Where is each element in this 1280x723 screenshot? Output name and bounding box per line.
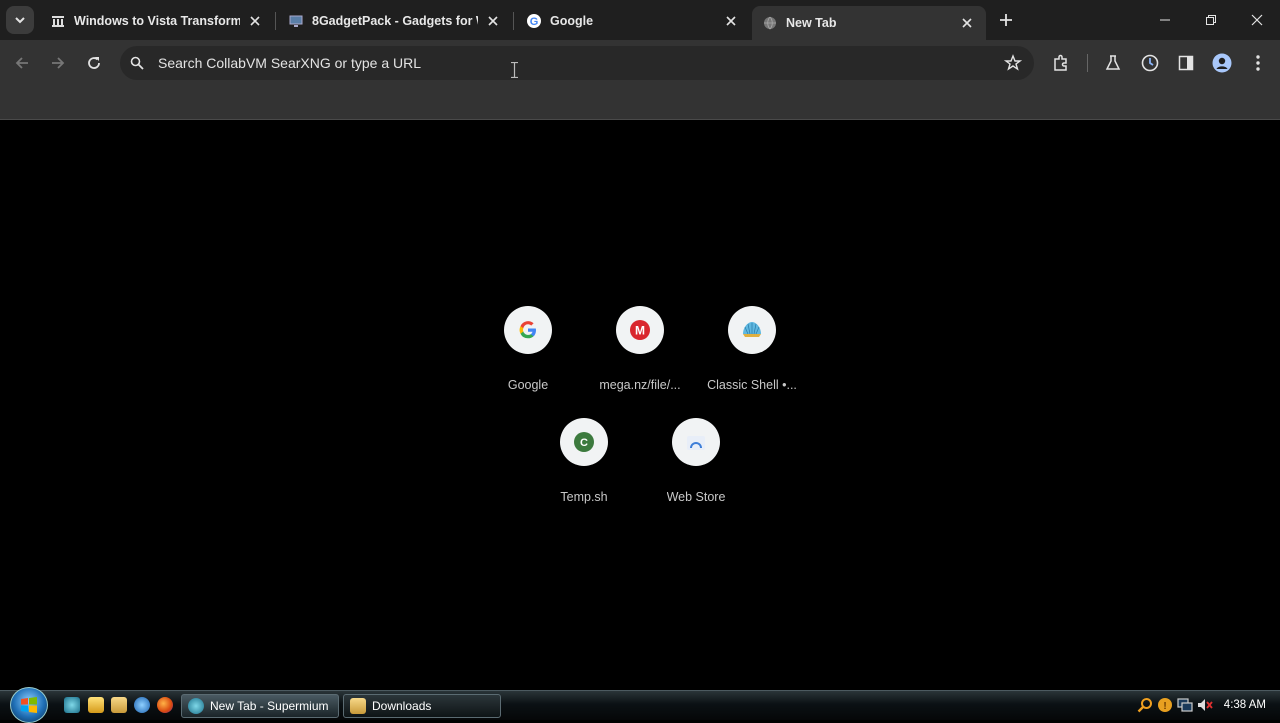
shortcut-label: Temp.sh [560, 490, 608, 504]
reload-icon [88, 57, 100, 69]
close-icon[interactable] [484, 12, 502, 30]
shortcut-temp-sh[interactable]: C Temp.sh [528, 418, 640, 528]
arrow-left-icon [15, 57, 28, 69]
tab-title: New Tab [786, 16, 837, 30]
history-extension-button[interactable] [1138, 51, 1162, 75]
supermium-icon [188, 698, 204, 714]
monitor-icon [288, 13, 304, 29]
notes-quicklaunch-icon[interactable] [88, 697, 104, 713]
taskbar-button-supermium[interactable]: New Tab - Supermium [181, 694, 339, 718]
shortcut-web-store[interactable]: Web Store [640, 418, 752, 528]
more-vert-icon [1256, 55, 1260, 71]
close-window-button[interactable] [1234, 0, 1280, 40]
tab-google[interactable]: G Google [516, 6, 750, 36]
flask-icon [1105, 55, 1121, 70]
minimize-button[interactable] [1142, 0, 1188, 40]
back-button[interactable] [8, 49, 36, 77]
close-icon [1251, 14, 1263, 26]
web-store-icon [672, 418, 720, 466]
volume-muted-icon[interactable] [1197, 697, 1213, 713]
globe-icon [762, 15, 778, 31]
text-cursor-icon [511, 62, 518, 78]
restore-icon [1206, 15, 1216, 25]
shortcut-label: Web Store [666, 490, 726, 504]
tab-separator [275, 12, 276, 30]
google-icon: G [526, 13, 542, 29]
toolbar-separator [1087, 54, 1088, 72]
reload-button[interactable] [80, 49, 108, 77]
menu-button[interactable] [1246, 51, 1270, 75]
arrow-right-icon [52, 57, 65, 69]
shortcut-label: Classic Shell •... [707, 378, 797, 392]
archive-icon [50, 13, 66, 29]
letter-c-icon: C [560, 418, 608, 466]
mega-icon: M [616, 306, 664, 354]
shortcut-label: mega.nz/file/... [599, 378, 681, 392]
shortcut-classic-shell[interactable]: Classic Shell •... [696, 306, 808, 416]
bookmark-star-icon[interactable] [1003, 54, 1023, 72]
shortcut-google[interactable]: Google [472, 306, 584, 416]
bookmarks-bar [0, 86, 1280, 120]
tab-title: Google [550, 14, 594, 28]
shell-icon [728, 306, 776, 354]
supermium-quicklaunch-icon[interactable] [64, 697, 80, 713]
start-button[interactable] [10, 687, 48, 723]
refresh-circle-icon [1141, 54, 1159, 72]
profile-button[interactable] [1210, 51, 1234, 75]
new-tab-button[interactable] [994, 8, 1018, 32]
shortcut-label: Google [507, 378, 549, 392]
forward-button[interactable] [44, 49, 72, 77]
close-icon[interactable] [246, 12, 264, 30]
close-icon[interactable] [958, 14, 976, 32]
puzzle-icon [1054, 54, 1067, 71]
firefox-quicklaunch-icon[interactable] [157, 697, 173, 713]
toolbar [0, 40, 1280, 86]
side-panel-button[interactable] [1174, 51, 1198, 75]
search-tray-icon[interactable] [1137, 697, 1153, 713]
taskbar-button-label: New Tab - Supermium [210, 699, 329, 713]
close-icon[interactable] [722, 12, 740, 30]
network-tray-icon[interactable] [1177, 697, 1193, 713]
omnibox[interactable] [120, 46, 1034, 80]
ie-quicklaunch-icon[interactable] [134, 697, 150, 713]
chevron-down-icon [15, 17, 25, 24]
tab-search-button[interactable] [6, 6, 34, 34]
tab-8gadgetpack[interactable]: 8GadgetPack - Gadgets for Wi [278, 6, 512, 36]
svg-text:C: C [580, 437, 588, 449]
windows-logo-icon [21, 697, 37, 713]
tab-windows-to-vista[interactable]: Windows to Vista Transformati [40, 6, 274, 36]
labs-button[interactable] [1101, 51, 1125, 75]
search-icon [128, 54, 146, 72]
clock[interactable]: 4:38 AM [1224, 699, 1266, 711]
update-tray-icon[interactable]: ! [1157, 697, 1173, 713]
shortcut-mega[interactable]: M mega.nz/file/... [584, 306, 696, 416]
minimize-icon [1160, 19, 1170, 21]
side-panel-icon [1178, 55, 1194, 71]
plus-icon [1000, 14, 1012, 26]
folder-icon [350, 698, 366, 714]
taskbar-button-downloads[interactable]: Downloads [343, 694, 501, 718]
google-icon [504, 306, 552, 354]
tab-separator [513, 12, 514, 30]
tab-title: Windows to Vista Transformati [74, 14, 240, 28]
restore-button[interactable] [1188, 0, 1234, 40]
extensions-button[interactable] [1049, 51, 1073, 75]
tab-title: 8GadgetPack - Gadgets for Wi [312, 14, 478, 28]
avatar-icon [1212, 53, 1232, 73]
tab-strip: Windows to Vista Transformati 8GadgetPac… [0, 0, 1280, 40]
svg-text:!: ! [1163, 701, 1166, 712]
taskbar: New Tab - Supermium Downloads ! 4:38 AM [0, 687, 1280, 723]
svg-text:M: M [635, 324, 645, 338]
explorer-quicklaunch-icon[interactable] [111, 697, 127, 713]
taskbar-button-label: Downloads [372, 699, 432, 713]
svg-text:G: G [530, 16, 539, 28]
address-input[interactable] [156, 46, 996, 80]
tab-new-tab[interactable]: New Tab [752, 6, 986, 40]
